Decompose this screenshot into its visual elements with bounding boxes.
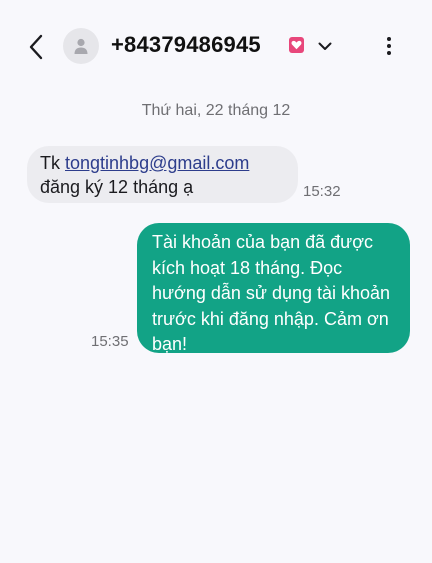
outgoing-message-bubble[interactable]: Tài khoản của bạn đã được kích hoạt 18 t… xyxy=(137,223,410,354)
message-line: Tài khoản của bạn đã được xyxy=(152,232,373,252)
message-line: đăng ký 12 tháng ạ xyxy=(40,177,194,197)
message-line: trước khi đăng nhập. Cảm ơn xyxy=(152,308,389,329)
back-button[interactable] xyxy=(22,32,50,62)
message-line: Tk tongtinhbg@gmail.com xyxy=(40,151,284,175)
contact-number[interactable]: +84379486945 xyxy=(111,32,261,58)
message-line: hướng dẫn sử dụng tài khoản xyxy=(152,283,391,303)
chevron-down-icon xyxy=(318,42,332,50)
message-timestamp: 15:32 xyxy=(303,183,341,200)
heart-badge-icon xyxy=(289,37,304,53)
conversation-header: +84379486945 xyxy=(0,0,432,92)
more-vertical-icon xyxy=(387,37,391,55)
chevron-left-icon xyxy=(29,34,43,60)
email-link[interactable]: tongtinhbg@gmail.com xyxy=(65,153,249,173)
message-line: bạn! xyxy=(152,334,188,354)
contact-dropdown-button[interactable] xyxy=(314,36,336,56)
date-separator: Thứ hai, 22 tháng 12 xyxy=(141,102,291,119)
message-line: kích hoạt 18 tháng. Đọc xyxy=(152,257,343,278)
avatar[interactable] xyxy=(63,28,99,64)
incoming-message-bubble[interactable]: Tk tongtinhbg@gmail.com đăng ký 12 tháng… xyxy=(27,146,298,203)
message-timestamp: 15:35 xyxy=(91,333,129,350)
more-options-button[interactable] xyxy=(378,33,400,59)
message-prefix: Tk xyxy=(40,153,65,173)
person-icon xyxy=(74,38,88,54)
